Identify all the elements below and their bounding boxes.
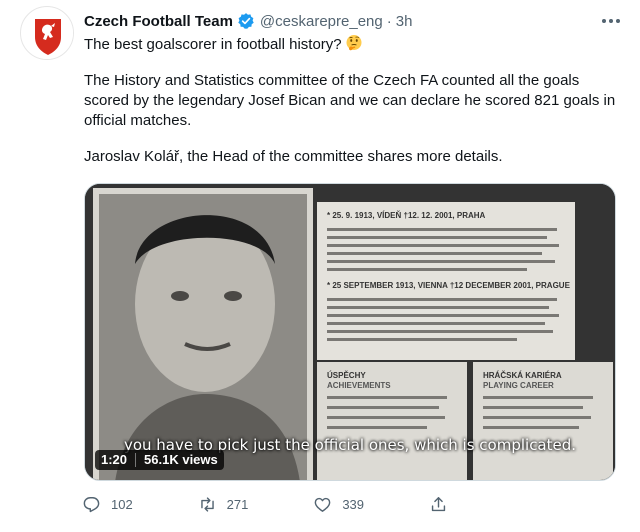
- czech-fa-lion-crest-icon: [22, 8, 73, 59]
- tweet-text: The best goalscorer in football history?…: [84, 34, 624, 167]
- tweet[interactable]: Czech Football Team @ceskarepre_eng · 3h…: [0, 0, 640, 532]
- tweet-actions: 102 271 339: [82, 492, 462, 516]
- like-button[interactable]: 339: [313, 492, 429, 516]
- share-icon: [431, 496, 446, 511]
- retweet-count: 271: [226, 496, 249, 512]
- more-options-button[interactable]: [598, 10, 624, 32]
- exhibit-line-2: * 25 SEPTEMBER 1913, VIENNA †12 DECEMBER…: [327, 281, 571, 290]
- reply-icon: [83, 496, 100, 512]
- badge-divider: [135, 453, 137, 467]
- video-duration: 1:20: [101, 452, 128, 467]
- author-name[interactable]: Czech Football Team: [84, 13, 233, 30]
- avatar[interactable]: [20, 6, 74, 60]
- thinking-face-emoji-icon: [346, 35, 362, 51]
- like-count: 339: [342, 496, 365, 512]
- tweet-line-1: The best goalscorer in football history?: [84, 34, 624, 55]
- exhibit-career-en: PLAYING CAREER: [483, 381, 554, 390]
- exhibit-line-1: * 25. 9. 1913, VÍDEŇ †12. 12. 2001, PRAH…: [327, 211, 486, 220]
- tweet-paragraph-3: Jaroslav Kolář, the Head of the committe…: [84, 148, 503, 165]
- dot-separator: ·: [386, 12, 392, 30]
- retweet-icon: [200, 496, 214, 512]
- video-views: 56.1K views: [144, 452, 218, 467]
- exhibit-achievements-cz: ÚSPĚCHY: [327, 371, 366, 380]
- tweet-paragraph-2: The History and Statistics committee of …: [84, 72, 616, 129]
- reply-button[interactable]: 102: [82, 492, 198, 516]
- author-handle[interactable]: @ceskarepre_eng: [260, 13, 383, 30]
- more-dots-icon: [602, 19, 620, 23]
- video-stats-badge: 1:20 56.1K views: [95, 450, 224, 470]
- share-button[interactable]: [429, 492, 462, 516]
- tweet-header: Czech Football Team @ceskarepre_eng · 3h: [84, 10, 624, 32]
- exhibit-career-cz: HRÁČSKÁ KARIÉRA: [483, 371, 562, 380]
- retweet-button[interactable]: 271: [198, 492, 314, 516]
- exhibit-achievements-en: ACHIEVEMENTS: [327, 381, 391, 390]
- heart-icon: [314, 497, 331, 512]
- reply-count: 102: [111, 496, 133, 512]
- video-player[interactable]: * 25. 9. 1913, VÍDEŇ †12. 12. 2001, PRAH…: [84, 183, 616, 481]
- verified-badge-icon: [238, 13, 254, 29]
- timestamp[interactable]: 3h: [396, 13, 413, 30]
